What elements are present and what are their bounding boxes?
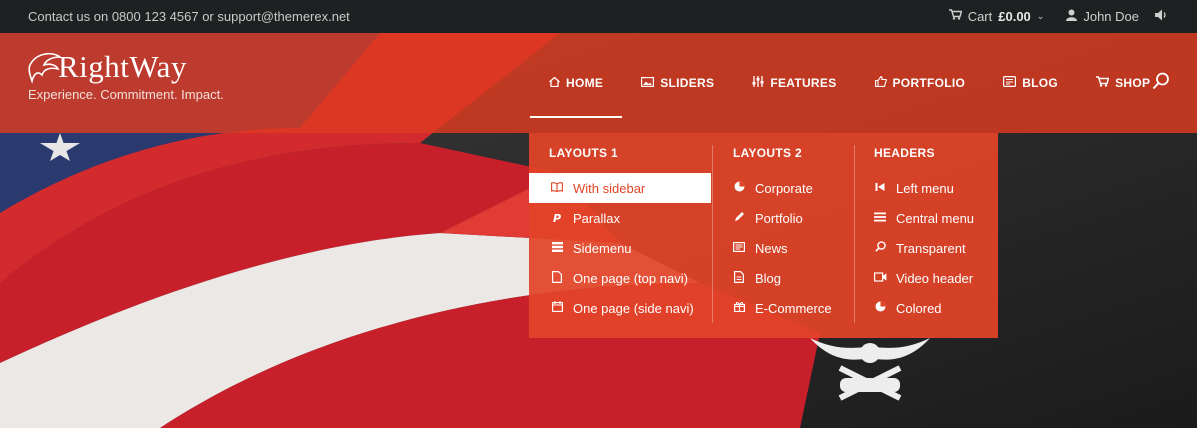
menu-item-label: With sidebar: [573, 180, 646, 196]
menu-column-layouts-1: LAYOUTS 1 With sidebar P Parallax Sideme…: [529, 133, 711, 338]
menu-item-blog[interactable]: Blog: [712, 263, 854, 293]
nav-item-home[interactable]: HOME: [530, 48, 623, 118]
search-icon: [874, 241, 886, 255]
nav-label: PORTFOLIO: [892, 76, 966, 90]
home-mega-menu: LAYOUTS 1 With sidebar P Parallax Sideme…: [529, 133, 998, 338]
nav-label: BLOG: [1022, 76, 1059, 90]
newspaper-icon: [733, 241, 746, 255]
cart-label: Cart: [967, 9, 993, 24]
eagle-logo-icon: [28, 51, 63, 96]
menu-item-transparent[interactable]: Transparent: [854, 233, 998, 263]
skip-back-icon: [874, 182, 886, 195]
document-icon: [551, 270, 563, 286]
site-logo[interactable]: RightWay Experience. Commitment. Impact.: [28, 49, 224, 102]
volume-icon[interactable]: [1155, 9, 1169, 25]
home-icon: [549, 76, 560, 90]
nav-item-portfolio[interactable]: PORTFOLIO: [856, 48, 985, 118]
cart-button[interactable]: Cart £0.00 ⌄: [948, 9, 1045, 24]
menu-item-label: Left menu: [896, 180, 954, 196]
nav-label: SHOP: [1115, 76, 1151, 90]
nav-label: SLIDERS: [660, 76, 715, 90]
menu-item-colored[interactable]: Colored: [854, 293, 998, 323]
main-nav: HOME SLIDERS FEATURES PORTFOLIO BLOG SHO…: [530, 33, 1169, 133]
document-icon: [733, 270, 745, 286]
video-icon: [874, 271, 887, 285]
menu-item-label: Corporate: [755, 180, 813, 196]
menu-item-label: Parallax: [573, 210, 620, 226]
menu-item-label: Video header: [896, 270, 974, 286]
menu-item-sidemenu[interactable]: Sidemenu: [529, 233, 711, 263]
menu-column-layouts-2: LAYOUTS 2 Corporate Portfolio News Blog: [712, 133, 854, 338]
menu-item-label: Blog: [755, 270, 782, 286]
column-heading: LAYOUTS 1: [549, 146, 618, 160]
nav-label: FEATURES: [770, 76, 837, 90]
image-icon: [641, 76, 655, 90]
list-icon: [551, 241, 563, 255]
cart-icon: [1096, 76, 1110, 90]
nav-item-blog[interactable]: BLOG: [984, 48, 1077, 118]
contact-info: Contact us on 0800 123 4567 or support@t…: [28, 9, 350, 24]
menu-item-parallax[interactable]: P Parallax: [529, 203, 711, 233]
menu-item-one-page-side[interactable]: One page (side navi): [529, 293, 711, 323]
paypal-icon: P: [552, 211, 562, 225]
menu-item-left-menu[interactable]: Left menu: [854, 173, 998, 203]
search-icon: [1152, 72, 1170, 94]
menu-icon: [874, 212, 886, 225]
cart-icon: [948, 9, 963, 24]
menu-item-label: E-Commerce: [755, 300, 832, 316]
menu-item-label: Portfolio: [755, 210, 803, 226]
sliders-icon: [752, 76, 764, 90]
menu-item-label: Transparent: [896, 240, 966, 256]
menu-item-e-commerce[interactable]: E-Commerce: [712, 293, 854, 323]
book-open-icon: [551, 181, 563, 195]
menu-item-central-menu[interactable]: Central menu: [854, 203, 998, 233]
menu-item-label: One page (top navi): [573, 270, 688, 286]
menu-item-corporate[interactable]: Corporate: [712, 173, 854, 203]
chevron-down-icon: ⌄: [1036, 11, 1045, 22]
cart-amount: £0.00: [998, 9, 1031, 24]
book-icon: [1003, 76, 1017, 90]
menu-item-label: News: [755, 240, 788, 256]
calendar-icon: [551, 301, 563, 315]
top-bar-right: Cart £0.00 ⌄ John Doe: [948, 9, 1169, 25]
column-heading: LAYOUTS 2: [733, 146, 802, 160]
column-heading: HEADERS: [874, 146, 935, 160]
menu-item-label: Sidemenu: [573, 240, 632, 256]
menu-item-video-header[interactable]: Video header: [854, 263, 998, 293]
search-button[interactable]: [1152, 72, 1170, 95]
nav-label: HOME: [566, 76, 604, 90]
menu-column-headers: HEADERS Left menu Central menu Transpare…: [854, 133, 998, 338]
nav-item-features[interactable]: FEATURES: [733, 48, 855, 118]
pie-chart-icon: [874, 301, 886, 315]
menu-item-label: One page (side navi): [573, 300, 694, 316]
top-bar: Contact us on 0800 123 4567 or support@t…: [0, 0, 1197, 33]
menu-item-news[interactable]: News: [712, 233, 854, 263]
thumbs-up-icon: [874, 76, 887, 90]
menu-item-label: Colored: [896, 300, 942, 316]
pie-chart-icon: [733, 181, 745, 195]
user-icon: [1066, 9, 1078, 25]
menu-item-one-page-top[interactable]: One page (top navi): [529, 263, 711, 293]
gift-icon: [733, 301, 745, 315]
menu-item-with-sidebar[interactable]: With sidebar: [529, 173, 711, 203]
menu-item-label: Central menu: [896, 210, 975, 226]
user-name: John Doe: [1083, 9, 1139, 24]
user-menu[interactable]: John Doe: [1066, 9, 1139, 25]
menu-item-portfolio[interactable]: Portfolio: [712, 203, 854, 233]
pencil-icon: [733, 211, 745, 225]
nav-item-sliders[interactable]: SLIDERS: [622, 48, 733, 118]
